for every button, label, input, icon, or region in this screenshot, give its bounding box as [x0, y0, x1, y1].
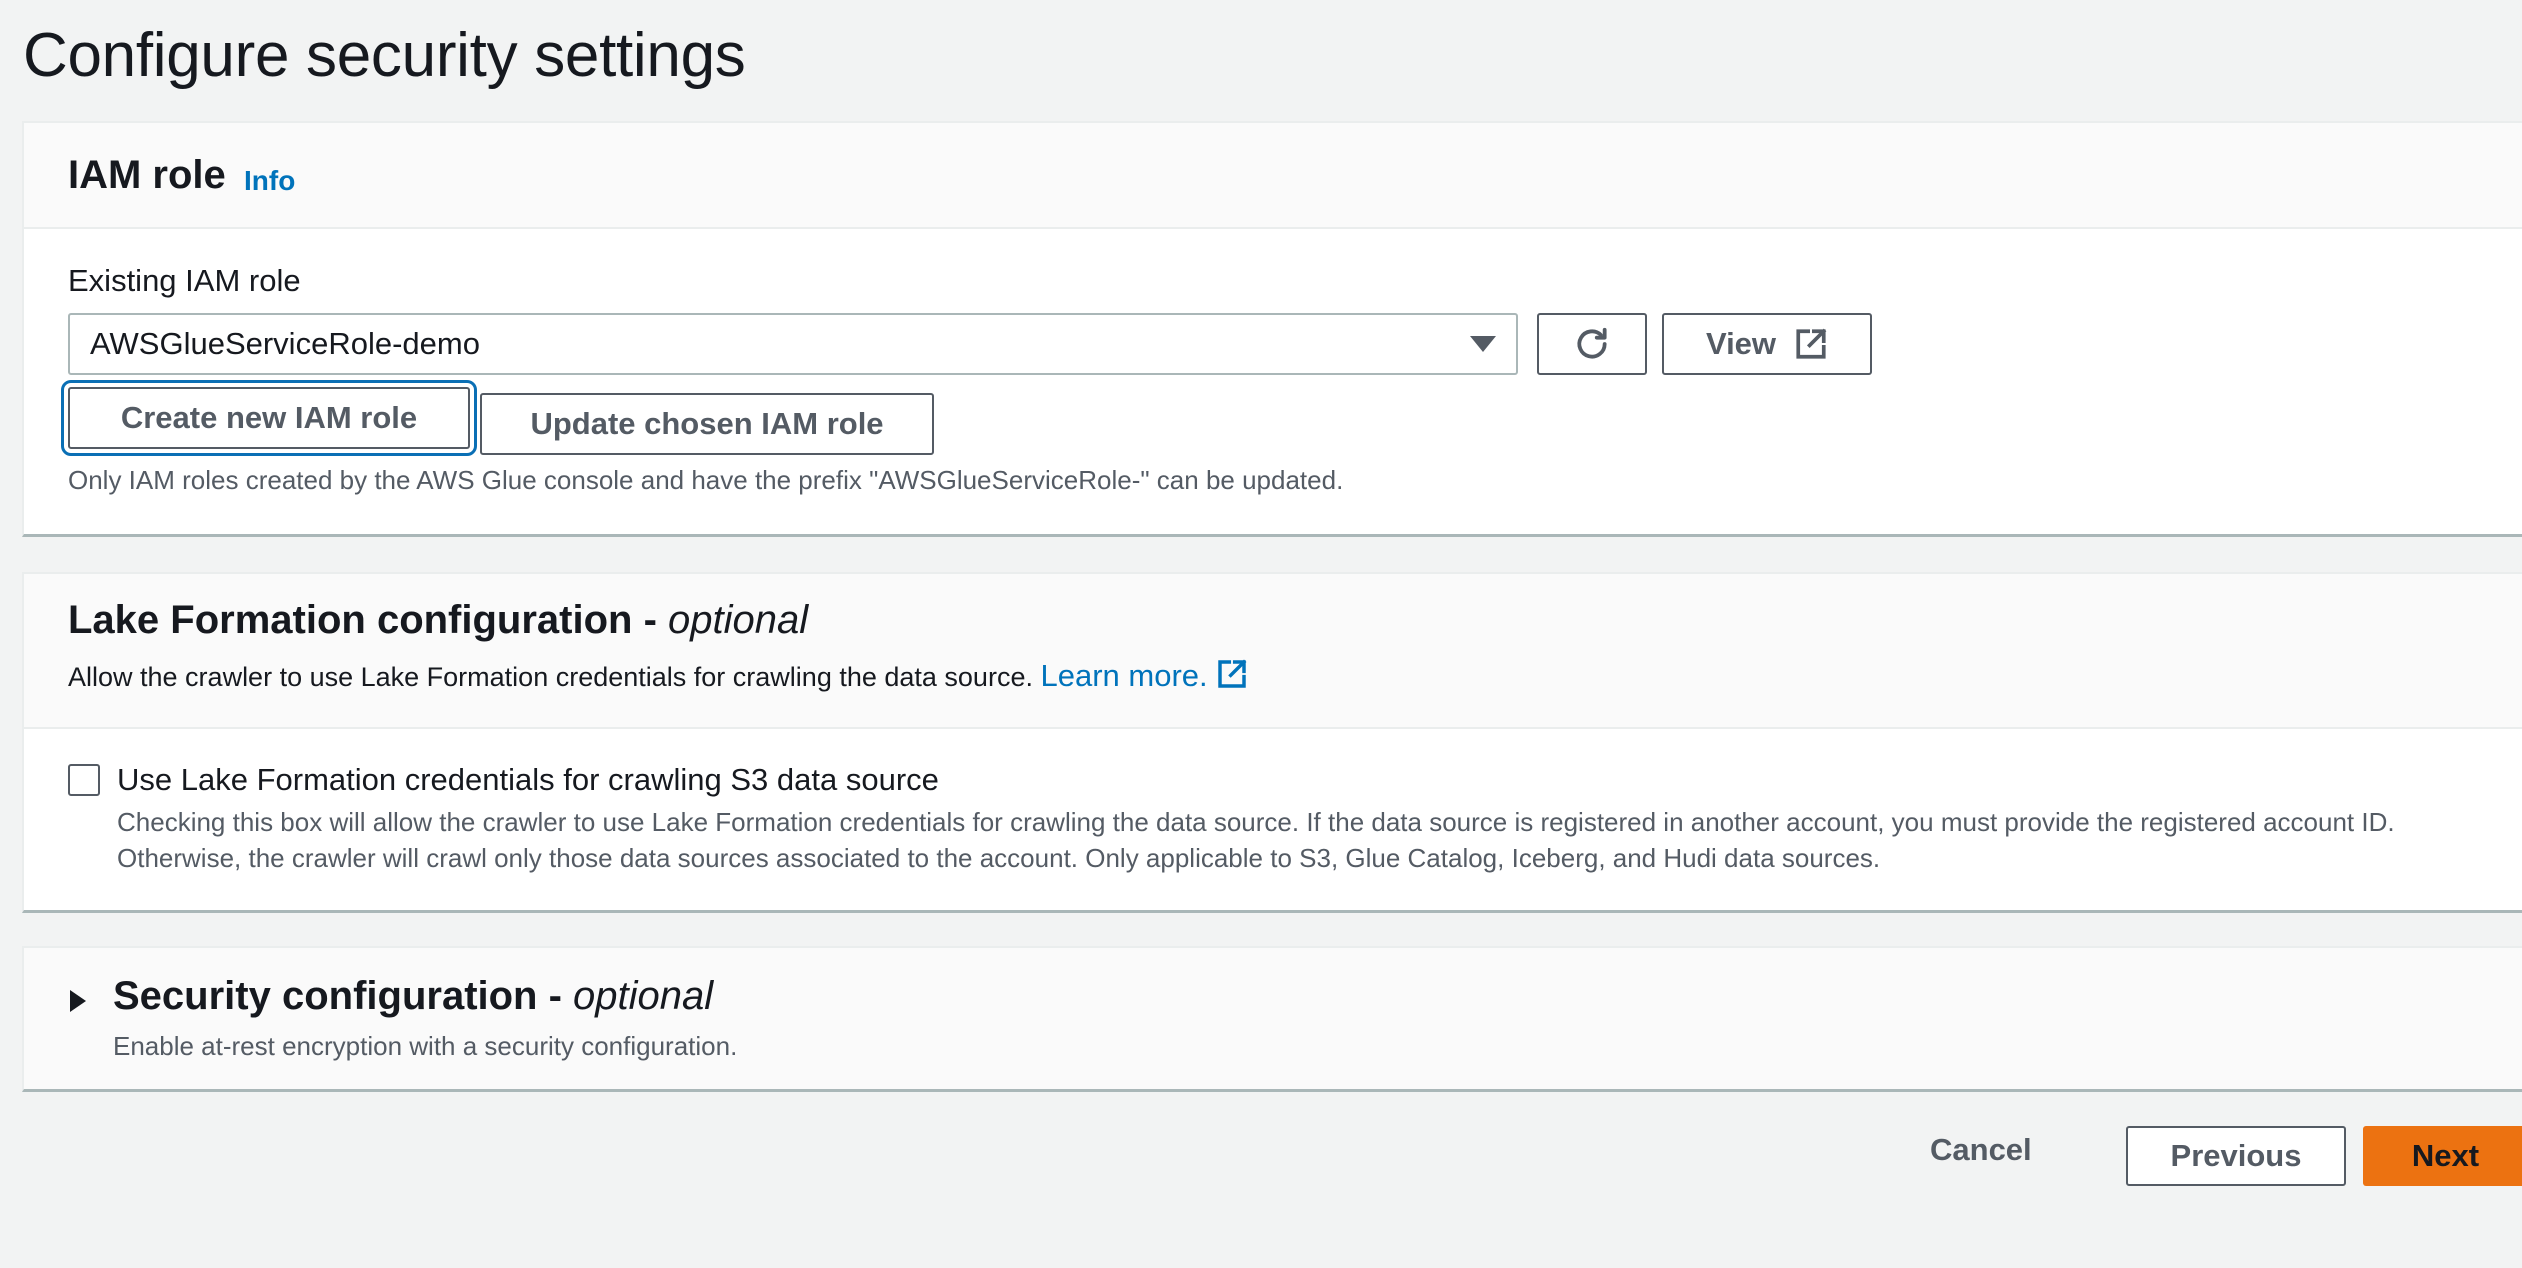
lake-formation-description-text: Allow the crawler to use Lake Formation … — [68, 662, 1033, 692]
security-configuration-title-text: Security configuration - — [113, 974, 574, 1018]
page: Configure security settings IAM role Inf… — [0, 0, 2522, 1268]
security-configuration-panel[interactable]: Security configuration - optional Enable… — [22, 946, 2522, 1092]
existing-iam-role-label: Existing IAM role — [68, 263, 301, 298]
lake-formation-description: Allow the crawler to use Lake Formation … — [68, 658, 1248, 694]
caret-down-icon — [1470, 336, 1496, 352]
learn-more-label: Learn more. — [1040, 658, 1208, 693]
iam-role-select[interactable]: AWSGlueServiceRole-demo — [68, 313, 1518, 375]
refresh-button[interactable] — [1537, 313, 1647, 375]
security-configuration-title[interactable]: Security configuration - optional — [113, 974, 713, 1019]
create-iam-role-button[interactable]: Create new IAM role — [61, 380, 477, 456]
lake-formation-title: Lake Formation configuration - optional — [68, 598, 808, 643]
checkbox-description-line: Checking this box will allow the crawler… — [117, 807, 2395, 837]
iam-role-title: IAM role — [68, 153, 226, 197]
lake-formation-header: Lake Formation configuration - optional … — [24, 574, 2522, 729]
view-button[interactable]: View — [1662, 313, 1872, 375]
lake-formation-title-text: Lake Formation configuration - — [68, 598, 669, 642]
lake-formation-checkbox[interactable] — [68, 764, 100, 796]
page-title: Configure security settings — [23, 21, 746, 90]
lake-formation-panel: Lake Formation configuration - optional … — [22, 572, 2522, 913]
cancel-button[interactable]: Cancel — [1930, 1132, 2032, 1182]
learn-more-link[interactable]: Learn more. — [1040, 658, 1247, 693]
update-iam-role-button[interactable]: Update chosen IAM role — [480, 393, 934, 455]
next-button[interactable]: Next — [2363, 1126, 2522, 1186]
refresh-icon — [1577, 327, 1607, 359]
security-configuration-description: Enable at-rest encryption with a securit… — [113, 1031, 738, 1061]
iam-role-panel: IAM role Info Existing IAM role AWSGlueS… — [22, 121, 2522, 537]
checkbox-description-line: Otherwise, the crawler will crawl only t… — [117, 843, 1881, 873]
info-link[interactable]: Info — [244, 165, 295, 197]
previous-button[interactable]: Previous — [2126, 1126, 2346, 1186]
iam-role-select-value: AWSGlueServiceRole-demo — [90, 326, 480, 361]
iam-role-header: IAM role Info — [24, 123, 2522, 229]
iam-role-hint: Only IAM roles created by the AWS Glue c… — [68, 465, 1344, 495]
optional-label: optional — [573, 974, 714, 1018]
external-link-icon — [1796, 328, 1827, 359]
optional-label: optional — [668, 598, 809, 642]
view-button-label: View — [1705, 326, 1777, 361]
caret-right-icon[interactable] — [70, 990, 86, 1012]
lake-formation-checkbox-label[interactable]: Use Lake Formation credentials for crawl… — [117, 762, 939, 798]
external-link-icon — [1217, 659, 1247, 688]
lake-formation-checkbox-description: Checking this box will allow the crawler… — [117, 804, 2502, 876]
